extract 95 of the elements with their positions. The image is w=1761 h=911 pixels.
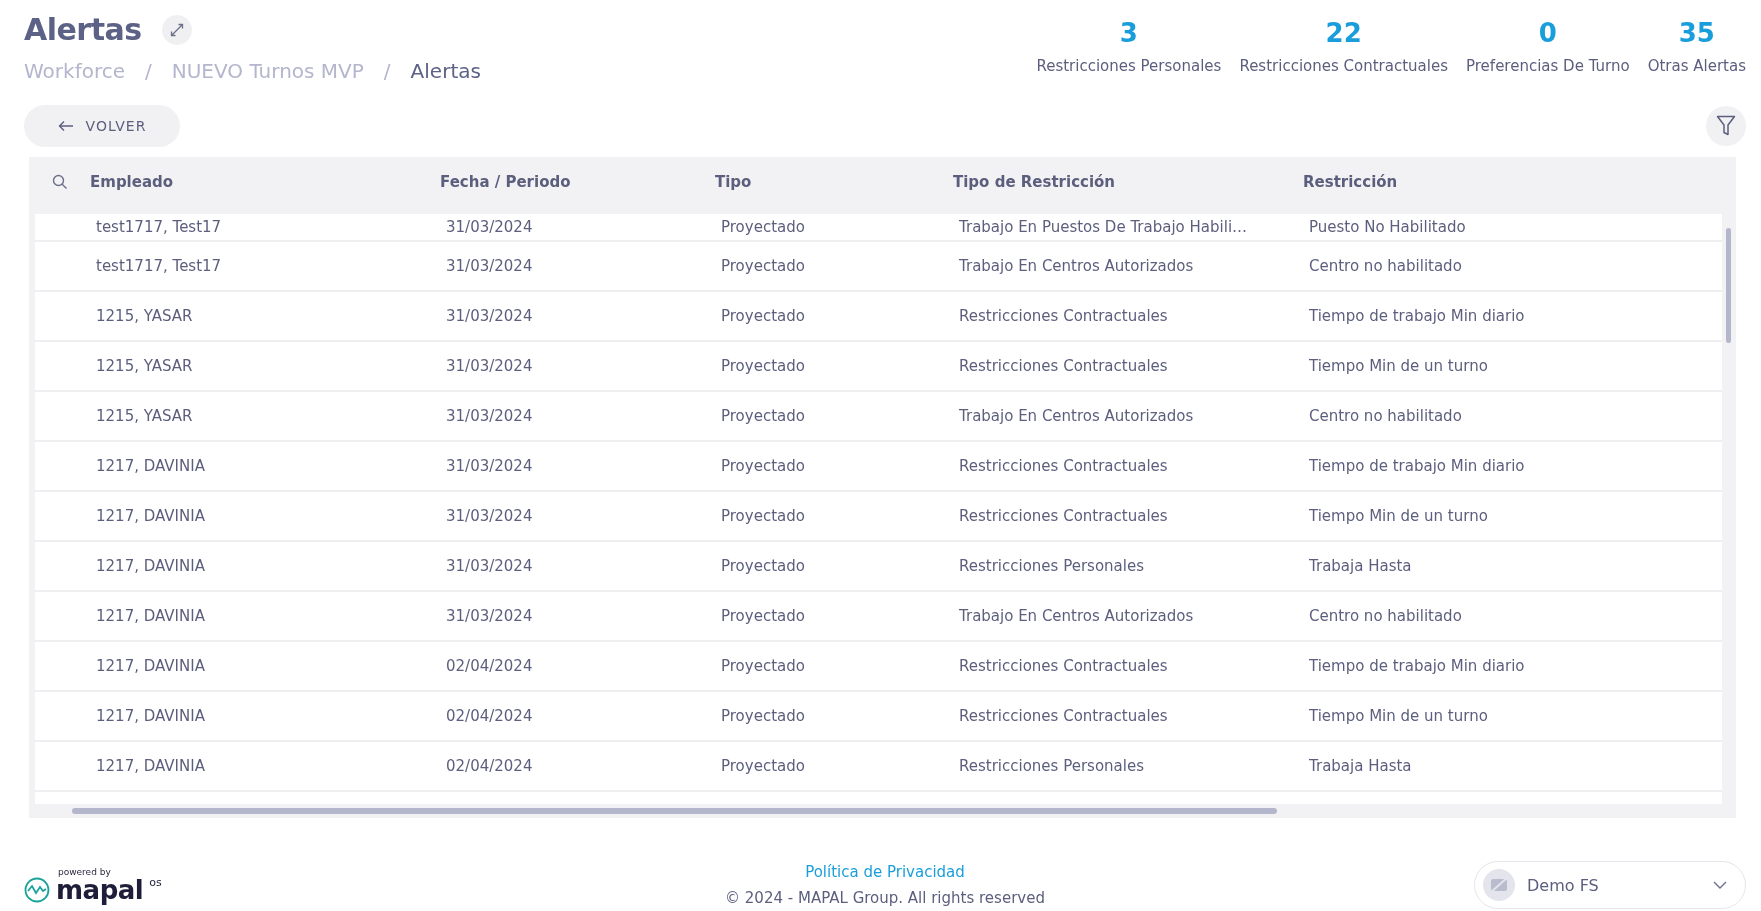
table-cell-text: 02/04/2024 <box>446 757 534 775</box>
privacy-link[interactable]: Política de Privacidad <box>805 863 965 881</box>
search-icon[interactable] <box>51 174 68 190</box>
logo-wordmark: mapal <box>56 876 144 903</box>
stat-label: Restricciones Personales <box>1036 57 1222 75</box>
table-cell-text: Proyectado <box>721 557 806 575</box>
table-cell-text: Trabajo En Centros Autorizados <box>959 607 1195 625</box>
back-button[interactable]: VOLVER <box>24 105 180 147</box>
table-cell-text: Restricciones Contractuales <box>959 507 1169 525</box>
stat-label: Restricciones Contractuales <box>1239 57 1448 75</box>
table-cell-text: 1217, DAVINIA <box>96 457 206 475</box>
stat-label: Preferencias De Turno <box>1466 57 1630 75</box>
chevron-down-icon <box>1713 881 1727 889</box>
table-cell-text: 1217, DAVINIA <box>96 657 206 675</box>
table-cell-text: Proyectado <box>721 357 806 375</box>
table-cell-text: Trabajo En Puestos De Trabajo Habili… <box>959 218 1249 236</box>
page-title: Alertas <box>24 12 142 47</box>
column-header[interactable]: Empleado <box>90 173 440 191</box>
column-header[interactable]: Restricción <box>1303 173 1736 191</box>
table-cell-text: 1217, DAVINIA <box>96 707 206 725</box>
table-cell-text: Proyectado <box>721 707 806 725</box>
table-cell-text: Tiempo de trabajo Min diario <box>1309 457 1526 475</box>
table-cell-text: Proyectado <box>721 607 806 625</box>
table-cell-text: Trabajo En Centros Autorizados <box>959 407 1195 425</box>
expand-button[interactable] <box>161 14 192 45</box>
table-cell-text: 1217, DAVINIA <box>96 607 206 625</box>
table-cell-text: Proyectado <box>721 507 806 525</box>
account-dropdown[interactable]: Demo FS <box>1474 861 1746 909</box>
tagline-text: powered by <box>58 867 112 877</box>
table-cell-text: Trabajo En Centros Autorizados <box>959 257 1195 275</box>
filter-icon <box>1716 115 1736 137</box>
table-cell-text: test1717, Test17 <box>96 257 223 275</box>
table-cell-text: 1217, DAVINIA <box>96 557 206 575</box>
table-cell-text: 31/03/2024 <box>446 507 534 525</box>
stat-label: Otras Alertas <box>1647 57 1746 75</box>
column-header[interactable]: Tipo <box>715 173 953 191</box>
table-cell-text: Proyectado <box>721 407 806 425</box>
table-cell-text: 1217, DAVINIA <box>96 757 206 775</box>
table-cell-text: Centro no habilitado <box>1309 407 1463 425</box>
table-cell-text: Restricciones Contractuales <box>959 307 1169 325</box>
table-cell-text: Proyectado <box>721 257 806 275</box>
stat-value: 22 <box>1325 18 1362 48</box>
table-cell-text: 31/03/2024 <box>446 607 534 625</box>
table-cell-text: Restricciones Contractuales <box>959 357 1169 375</box>
column-header[interactable]: Fecha / Periodo <box>440 173 715 191</box>
table-cell-text: Restricciones Contractuales <box>959 657 1169 675</box>
table-cell-text: Tiempo Min de un turno <box>1309 507 1489 525</box>
table-cell-text: 31/03/2024 <box>446 407 534 425</box>
column-header[interactable]: Tipo de Restricción <box>953 173 1303 191</box>
filter-button[interactable] <box>1706 106 1746 146</box>
stat-value: 3 <box>1119 18 1138 48</box>
breadcrumb-separator: / <box>145 59 152 83</box>
breadcrumb-current: Alertas <box>410 59 481 83</box>
expand-icon <box>168 21 185 38</box>
table-cell-text: 31/03/2024 <box>446 357 534 375</box>
copyright-text: © 2024 - MAPAL Group. All rights reserved <box>725 889 1045 907</box>
stat-value: 0 <box>1538 18 1557 48</box>
arrow-left-icon <box>57 120 74 132</box>
table-cell-text: Trabaja Hasta <box>1309 757 1413 775</box>
table-cell-text: Proyectado <box>721 757 806 775</box>
table-cell-text: 31/03/2024 <box>446 457 534 475</box>
table-cell-text: 1215, YASAR <box>96 357 194 375</box>
table-cell-text: Proyectado <box>721 457 806 475</box>
scrollbar-thumb[interactable] <box>1726 228 1731 343</box>
table-cell-text: Centro no habilitado <box>1309 257 1463 275</box>
table-cell-text: 1215, YASAR <box>96 407 194 425</box>
table-cell-text: Restricciones Personales <box>959 757 1145 775</box>
table-cell-text: Proyectado <box>721 307 806 325</box>
logo-suffix: os <box>149 875 162 889</box>
table-cell-text: 31/03/2024 <box>446 557 534 575</box>
table-cell-text: 31/03/2024 <box>446 257 534 275</box>
table-cell-text: Tiempo Min de un turno <box>1309 357 1489 375</box>
table-cell-text: Restricciones Contractuales <box>959 707 1169 725</box>
table-cell-text: 31/03/2024 <box>446 307 534 325</box>
avatar-icon <box>1483 869 1515 901</box>
table-cell-text: Proyectado <box>721 657 806 675</box>
table-cell-text: Tiempo de trabajo Min diario <box>1309 657 1526 675</box>
table-cell-text: Tiempo Min de un turno <box>1309 707 1489 725</box>
table-cell-text: 02/04/2024 <box>446 707 534 725</box>
table-cell-text: Restricciones Contractuales <box>959 457 1169 475</box>
table-cell-text: Restricciones Personales <box>959 557 1145 575</box>
table-cell-text: Trabaja Hasta <box>1309 557 1413 575</box>
table-cell-text: 31/03/2024 <box>446 218 534 236</box>
stat-value: 35 <box>1678 18 1715 48</box>
table-cell-text: test1717, Test17 <box>96 218 223 236</box>
table-cell-text: Tiempo de trabajo Min diario <box>1309 307 1526 325</box>
table-cell-text: 1215, YASAR <box>96 307 194 325</box>
scrollbar-thumb[interactable] <box>72 808 1277 814</box>
wave-logo-icon <box>24 876 50 903</box>
table-cell-text: 02/04/2024 <box>446 657 534 675</box>
breadcrumb-separator: / <box>383 59 391 83</box>
table-cell-text: Proyectado <box>721 218 806 236</box>
table-cell-text: Centro no habilitado <box>1309 607 1463 625</box>
table-cell-text: 1217, DAVINIA <box>96 507 206 525</box>
table-cell-text: Puesto No Habilitado <box>1309 218 1467 236</box>
